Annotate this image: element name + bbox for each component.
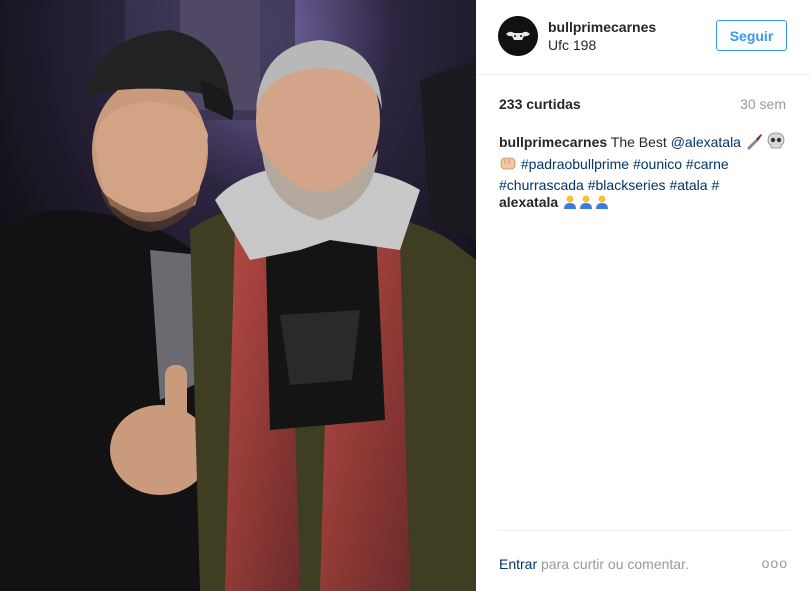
login-prompt: Entrar para curtir ou comentar.: [499, 556, 689, 572]
hashtag[interactable]: #ounico: [633, 156, 682, 172]
person-bowing-icon: [594, 194, 610, 214]
person-bowing-icon: [578, 194, 594, 214]
post-time[interactable]: 30 sem: [740, 96, 786, 112]
post-location[interactable]: Ufc 198: [548, 37, 596, 53]
more-options-icon[interactable]: ooo: [762, 555, 788, 571]
hashtag[interactable]: #padraobullprime: [521, 156, 629, 172]
follow-button[interactable]: Seguir: [716, 20, 787, 51]
footer-divider: [499, 530, 789, 531]
hashtag[interactable]: #blackseries: [588, 177, 666, 193]
hashtag[interactable]: #carne: [686, 156, 729, 172]
bull-logo-icon[interactable]: [498, 16, 538, 56]
comment-item: alexatala: [499, 193, 610, 214]
post-username[interactable]: bullprimecarnes: [548, 19, 656, 35]
post-photo[interactable]: [0, 0, 476, 591]
person-bowing-icon: [562, 194, 578, 214]
skull-icon: [767, 132, 785, 154]
hashtag[interactable]: #: [711, 177, 719, 193]
post-details-panel: bullprimecarnes Ufc 198 Seguir 233 curti…: [476, 0, 810, 591]
likes-count[interactable]: 233 curtidas: [499, 96, 581, 112]
photo-illustration: [0, 0, 476, 591]
post-header: bullprimecarnes Ufc 198 Seguir: [476, 0, 810, 75]
hashtag[interactable]: #churrascada: [499, 177, 584, 193]
login-link[interactable]: Entrar: [499, 556, 537, 572]
login-prompt-text: para curtir ou comentar.: [541, 556, 689, 572]
caption-mention[interactable]: @alexatala: [671, 134, 741, 150]
caption-text: The Best: [610, 134, 667, 150]
hashtag[interactable]: #atala: [669, 177, 707, 193]
fist-icon: [499, 154, 517, 176]
post-caption: bullprimecarnes The Best @alexatala #pad…: [499, 132, 791, 194]
knife-icon: [745, 132, 763, 154]
caption-author[interactable]: bullprimecarnes: [499, 134, 607, 150]
comment-author[interactable]: alexatala: [499, 194, 558, 210]
